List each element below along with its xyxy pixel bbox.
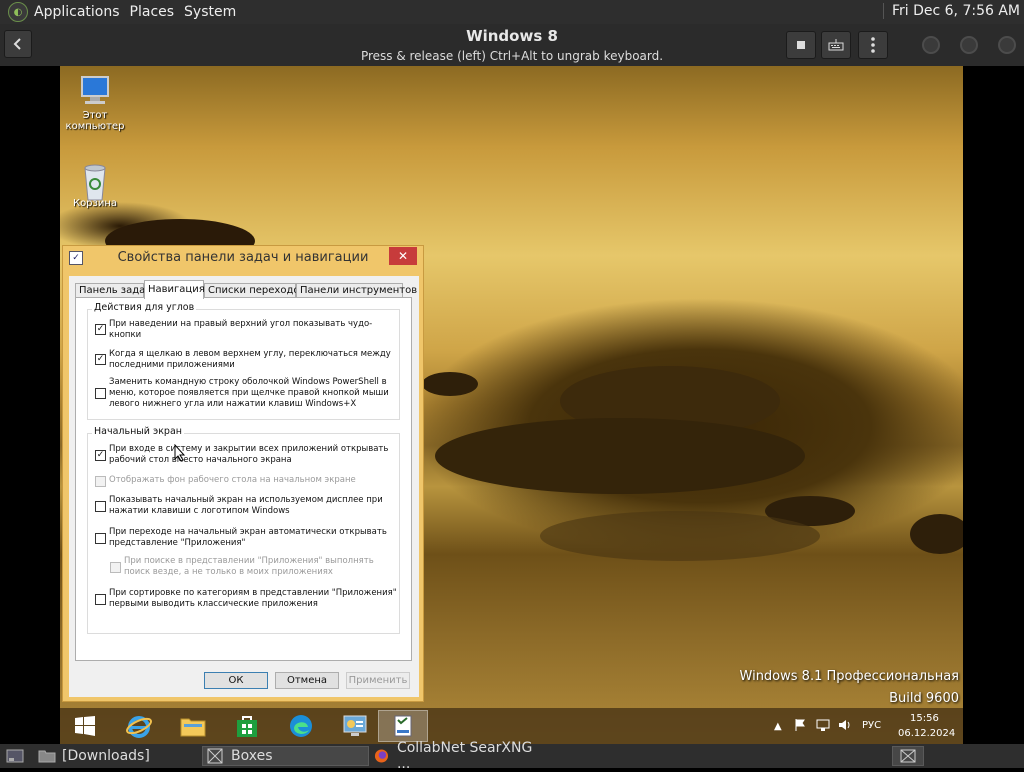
dialog-title: Свойства панели задач и навигации [117, 250, 369, 265]
checkbox-checked-icon[interactable]: ✓ [95, 324, 106, 335]
option-label: Заменить командную строку оболочкой Wind… [109, 377, 389, 409]
stop-icon[interactable] [786, 31, 816, 59]
taskbar-item-firefox[interactable]: CollabNet SearXNG ... [370, 740, 540, 772]
store-icon[interactable] [222, 710, 272, 742]
start-icon[interactable] [60, 710, 110, 742]
option-show-apps-view[interactable]: При переходе на начальный экран автомати… [95, 527, 395, 551]
option-search-everywhere: При поиске в представлении "Приложения" … [110, 556, 395, 580]
dialog-titlebar[interactable]: ✓ Свойства панели задач и навигации ✕ [63, 246, 423, 270]
taskbar-item-label: CollabNet SearXNG ... [396, 740, 533, 772]
option-desktop-apps-first[interactable]: При сортировке по категориям в представл… [95, 588, 397, 612]
group-corner-actions: Действия для углов ✓ При наведении на пр… [87, 302, 400, 420]
show-desktop-icon[interactable] [2, 746, 28, 766]
taskbar-navigation-properties-dialog: ✓ Свойства панели задач и навигации ✕ Па… [62, 245, 424, 702]
panel-clock[interactable]: Fri Dec 6, 7:56 AM [882, 3, 1020, 19]
tab-taskbar[interactable]: Панель задач [75, 283, 151, 298]
control-panel-icon[interactable] [330, 710, 380, 742]
computer-icon [76, 74, 114, 108]
menu-applications[interactable]: Applications [34, 4, 120, 20]
tab-navigation[interactable]: Навигация [144, 280, 205, 299]
edge-icon[interactable] [276, 710, 326, 742]
option-label: При поиске в представлении "Приложения" … [124, 556, 374, 577]
dialog-body: Панель задач Навигация Списки переходов … [69, 276, 419, 697]
keyboard-icon[interactable] [821, 31, 851, 59]
checkbox-disabled-icon [95, 476, 106, 487]
ok-button[interactable]: ОК [204, 672, 268, 689]
option-desktop-background-start: Отображать фон рабочего стола на начальн… [95, 475, 395, 488]
input-language[interactable]: РУС [862, 720, 881, 731]
checkbox-unchecked-icon[interactable] [95, 388, 106, 399]
windows-edition: Windows 8.1 Профессиональная [739, 669, 959, 684]
cancel-button[interactable]: Отмена [275, 672, 339, 689]
windows-taskbar: ▲ РУС 15:56 06.12.2024 [60, 708, 963, 744]
minimize-icon[interactable] [922, 36, 940, 54]
tray-time[interactable]: 15:56 [910, 713, 939, 724]
apply-button: Применить [346, 672, 410, 689]
desktop-icon-label: Этот компьютер [65, 110, 125, 132]
option-start-on-active-display[interactable]: Показывать начальный экран на используем… [95, 495, 395, 519]
option-label: Показывать начальный экран на используем… [109, 495, 383, 516]
option-charms-top-right[interactable]: ✓ При наведении на правый верхний угол п… [95, 319, 395, 343]
action-center-flag-icon[interactable] [794, 718, 806, 735]
network-icon[interactable] [816, 718, 830, 735]
option-label: При переходе на начальный экран автомати… [109, 527, 387, 548]
gnome-foot-icon[interactable]: ◐ [8, 2, 28, 22]
option-label: При наведении на правый верхний угол пок… [109, 319, 373, 340]
recycle-bin-icon [76, 162, 114, 201]
checkbox-disabled-icon [110, 562, 121, 573]
internet-explorer-icon[interactable] [114, 710, 164, 742]
desktop-icon-computer[interactable]: Этот компьютер [60, 74, 134, 132]
taskbar-properties-app-icon[interactable] [378, 710, 428, 742]
desktop-icon-recycle-bin[interactable]: Корзина [60, 162, 134, 209]
mouse-cursor-icon [174, 443, 186, 466]
vm-display[interactable]: Этот компьютер Корзина Windows 8.1 Профе… [60, 66, 963, 744]
tab-jump-lists[interactable]: Списки переходов [204, 283, 305, 298]
workspace-switcher[interactable] [892, 746, 924, 766]
desktop-icon-label: Корзина [72, 198, 118, 209]
checkbox-checked-icon[interactable]: ✓ [95, 354, 106, 365]
option-switch-apps-top-left[interactable]: ✓ Когда я щелкаю в левом верхнем углу, п… [95, 349, 395, 373]
option-label: Когда я щелкаю в левом верхнем углу, пер… [109, 349, 391, 370]
tray-date[interactable]: 06.12.2024 [898, 728, 955, 739]
checkbox-unchecked-icon[interactable] [95, 533, 106, 544]
maximize-icon[interactable] [960, 36, 978, 54]
close-icon[interactable]: ✕ [389, 247, 417, 265]
file-explorer-icon[interactable] [168, 710, 218, 742]
boxes-header: Windows 8 Press & release (left) Ctrl+Al… [0, 24, 1024, 66]
taskbar-item-label: [Downloads] [62, 748, 150, 764]
menu-system[interactable]: System [184, 4, 236, 20]
group-title: Действия для углов [92, 302, 197, 313]
boxes-icon [207, 748, 223, 764]
tab-panel-navigation: Действия для углов ✓ При наведении на пр… [75, 297, 412, 661]
tab-toolbars[interactable]: Панели инструментов [296, 283, 417, 298]
tray-show-hidden-icon[interactable]: ▲ [774, 721, 782, 732]
taskbar-item-label: Boxes [231, 748, 273, 764]
windows-build: Build 9600 [889, 691, 959, 706]
firefox-icon [374, 749, 389, 763]
group-title: Начальный экран [92, 426, 184, 437]
menu-places[interactable]: Places [130, 4, 175, 20]
option-open-desktop-on-signin[interactable]: ✓ При входе в систему и закрытии всех пр… [95, 444, 395, 468]
top-panel: ◐ Applications Places System Fri Dec 6, … [0, 0, 1024, 24]
bottom-panel: [Downloads] Boxes CollabNet SearXNG ... [0, 740, 1024, 772]
group-start-screen: Начальный экран ✓ При входе в систему и … [87, 426, 400, 634]
taskbar-item-boxes[interactable]: Boxes [202, 746, 369, 766]
option-label: Отображать фон рабочего стола на начальн… [109, 475, 356, 485]
close-window-icon[interactable] [998, 36, 1016, 54]
workspace-icon [900, 749, 916, 763]
option-label: При входе в систему и закрытии всех прил… [109, 444, 389, 465]
taskbar-item-downloads[interactable]: [Downloads] [34, 746, 196, 766]
option-label: При сортировке по категориям в представл… [109, 588, 397, 609]
checkbox-checked-icon[interactable]: ✓ [95, 450, 106, 461]
option-powershell-winx[interactable]: Заменить командную строку оболочкой Wind… [95, 377, 395, 413]
menu-kebab-icon[interactable] [858, 31, 888, 59]
volume-icon[interactable] [838, 718, 852, 735]
checkbox-unchecked-icon[interactable] [95, 501, 106, 512]
folder-icon [38, 750, 56, 763]
checkbox-unchecked-icon[interactable] [95, 594, 106, 605]
